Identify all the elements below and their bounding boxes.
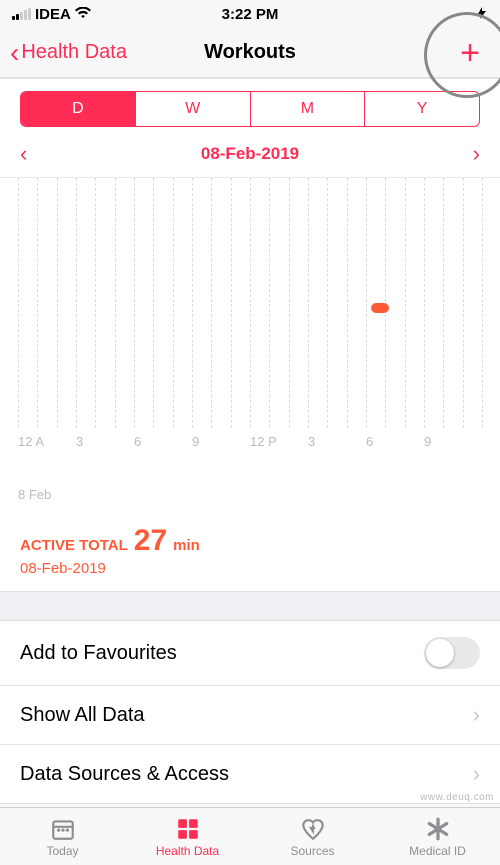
- chart-sub-label: 8 Feb: [0, 487, 500, 510]
- active-total-label: ACTIVE TOTAL: [20, 537, 128, 554]
- add-button[interactable]: +: [450, 36, 490, 70]
- toggle-knob: [426, 639, 454, 667]
- heart-pulse-icon: [300, 816, 326, 842]
- tab-label: Health Data: [156, 844, 219, 858]
- segment-year[interactable]: Y: [364, 92, 479, 126]
- chart-x-labels: 12 A 3 6 9 12 P 3 6 9: [18, 428, 482, 449]
- x-label: 12 P: [250, 434, 308, 449]
- active-total: ACTIVE TOTAL 27 min: [20, 524, 480, 558]
- grid-icon: [175, 816, 201, 842]
- x-label: 6: [134, 434, 192, 449]
- section-gap: [0, 591, 500, 621]
- chart-grid: [18, 178, 482, 428]
- wifi-icon: [75, 6, 91, 22]
- tab-label: Sources: [290, 844, 334, 858]
- asterisk-icon: [425, 816, 451, 842]
- tab-health-data[interactable]: Health Data: [125, 808, 250, 865]
- back-button[interactable]: ‹ Health Data: [10, 39, 127, 67]
- summary-date: 08-Feb-2019: [20, 560, 480, 577]
- x-label: 3: [76, 434, 134, 449]
- chart-data-point: [371, 303, 389, 313]
- time-range-segmented-control: D W M Y: [20, 91, 480, 127]
- status-left: IDEA: [12, 6, 91, 23]
- chevron-right-icon: ›: [473, 761, 480, 787]
- active-total-value: 27: [134, 524, 167, 558]
- status-bar: IDEA 3:22 PM: [0, 0, 500, 28]
- plus-icon: +: [460, 34, 480, 72]
- tab-today[interactable]: Today: [0, 808, 125, 865]
- chevron-right-icon: ›: [473, 702, 480, 728]
- watermark: www.deuq.com: [420, 792, 494, 803]
- battery-icon: [476, 6, 488, 23]
- nav-bar: ‹ Health Data Workouts +: [0, 28, 500, 78]
- row-show-all-data[interactable]: Show All Data ›: [0, 686, 500, 745]
- chart-area: 12 A 3 6 9 12 P 3 6 9: [0, 177, 500, 487]
- x-label: 9: [192, 434, 250, 449]
- favourites-toggle[interactable]: [424, 637, 480, 669]
- segment-day[interactable]: D: [21, 92, 135, 126]
- prev-date-button[interactable]: ‹: [20, 141, 27, 167]
- tab-label: Medical ID: [409, 844, 466, 858]
- segment-month[interactable]: M: [250, 92, 365, 126]
- summary-block: ACTIVE TOTAL 27 min 08-Feb-2019: [0, 510, 500, 591]
- x-label: 9: [424, 434, 482, 449]
- row-label: Show All Data: [20, 704, 145, 727]
- back-label: Health Data: [21, 41, 127, 64]
- segmented-control-wrap: D W M Y: [0, 78, 500, 127]
- x-label: 6: [366, 434, 424, 449]
- row-add-to-favourites[interactable]: Add to Favourites: [0, 621, 500, 686]
- tab-medical-id[interactable]: Medical ID: [375, 808, 500, 865]
- options-list: Add to Favourites Show All Data › Data S…: [0, 621, 500, 804]
- tab-label: Today: [46, 844, 78, 858]
- next-date-button[interactable]: ›: [473, 141, 480, 167]
- row-label: Data Sources & Access: [20, 763, 229, 786]
- signal-icon: [12, 8, 31, 20]
- current-date: 08-Feb-2019: [201, 144, 299, 164]
- chevron-left-icon: ‹: [10, 39, 19, 67]
- tab-bar: Today Health Data Sources Medical ID: [0, 807, 500, 865]
- x-label: 12 A: [18, 434, 76, 449]
- active-total-unit: min: [173, 537, 200, 554]
- x-label: 3: [308, 434, 366, 449]
- row-label: Add to Favourites: [20, 642, 177, 665]
- segment-week[interactable]: W: [135, 92, 250, 126]
- tab-sources[interactable]: Sources: [250, 808, 375, 865]
- carrier-label: IDEA: [35, 6, 71, 23]
- calendar-icon: [50, 816, 76, 842]
- date-navigator: ‹ 08-Feb-2019 ›: [0, 127, 500, 177]
